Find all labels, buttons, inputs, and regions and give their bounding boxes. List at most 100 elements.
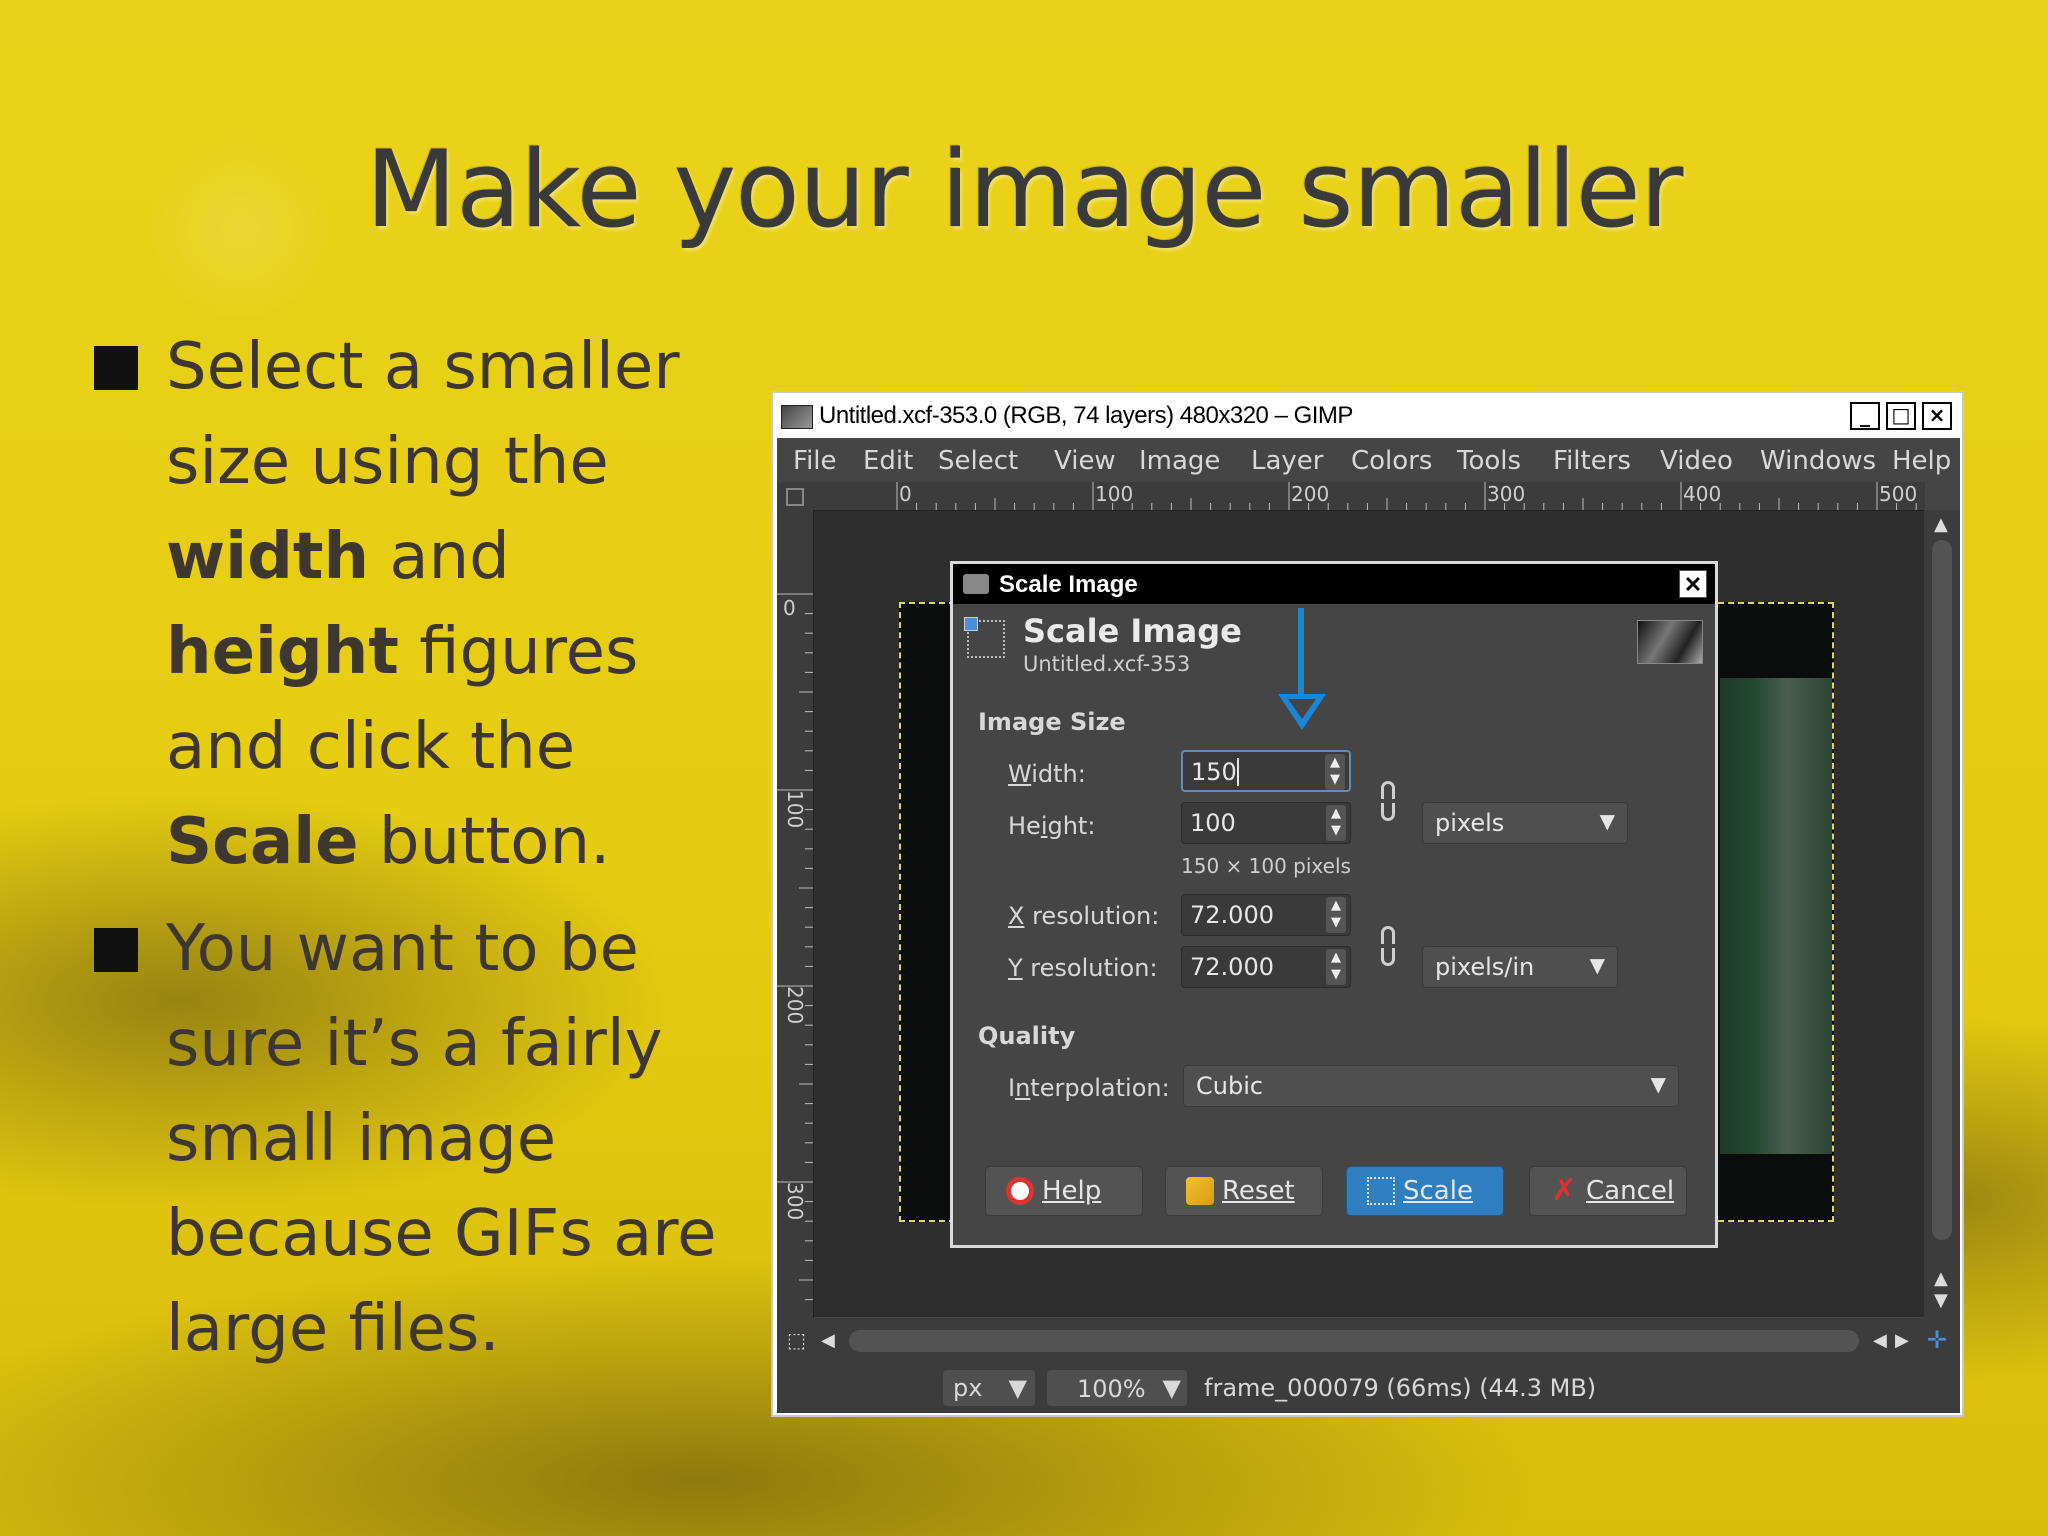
menu-view[interactable]: View xyxy=(1054,446,1116,476)
bullet-marker-icon xyxy=(94,928,138,972)
chevron-down-icon: ▼ xyxy=(1650,1072,1666,1096)
yres-input[interactable]: 72.000 ▲ ▼ xyxy=(1181,946,1351,988)
resolution-unit-select[interactable]: pixels/in ▼ xyxy=(1422,946,1618,988)
width-label: Width: xyxy=(1008,760,1086,788)
cancel-x-icon: ✗ xyxy=(1551,1173,1577,1208)
scroll-left-icon[interactable]: ◀ xyxy=(1873,1330,1887,1351)
scroll-left-icon[interactable]: ◀ xyxy=(821,1330,835,1351)
width-spin-arrows[interactable]: ▲ ▼ xyxy=(1325,754,1345,790)
gimp-app-icon xyxy=(781,405,813,429)
size-info: 150 × 100 pixels xyxy=(1181,854,1351,878)
chevron-down-icon: ▼ xyxy=(1162,1374,1181,1402)
cancel-button[interactable]: ✗ Cancel xyxy=(1529,1166,1687,1216)
maximize-button[interactable]: □ xyxy=(1886,402,1916,430)
ruler-h-label: 200 xyxy=(1291,482,1330,506)
navigate-icon[interactable]: ✛ xyxy=(1927,1326,1947,1354)
yres-label: Y resolution: xyxy=(1008,954,1158,982)
reset-icon xyxy=(1186,1177,1214,1205)
bullet-text: Select a smaller size using the width an… xyxy=(166,330,680,879)
gimp-logo-icon xyxy=(963,574,989,594)
horizontal-scroll-thumb[interactable] xyxy=(849,1330,1859,1352)
ruler-v-label: 100 xyxy=(783,790,807,829)
chain-link-icon[interactable] xyxy=(1381,781,1395,821)
scroll-down-icon[interactable]: ▼ xyxy=(1934,1290,1948,1311)
image-thumbnail xyxy=(1637,620,1703,664)
xres-spin-arrows[interactable]: ▲ ▼ xyxy=(1326,897,1346,933)
menu-tools[interactable]: Tools xyxy=(1457,446,1521,476)
scroll-up-icon[interactable]: ▲ xyxy=(1934,514,1948,535)
bullet-text: You want to be sure it’s a fairly small … xyxy=(166,912,717,1366)
status-bar: px ▼ 100% ▼ frame_000079 (66ms) (44.3 MB… xyxy=(777,1364,1960,1413)
menu-windows[interactable]: Windows xyxy=(1760,446,1876,476)
vertical-scrollbar[interactable]: ▲ ▲ ▼ xyxy=(1924,510,1960,1318)
dialog-close-button[interactable]: ✕ xyxy=(1679,570,1707,598)
annotation-arrow xyxy=(1298,608,1304,700)
close-button[interactable]: × xyxy=(1922,402,1952,430)
horizontal-scrollbar[interactable]: ⬚ ◀ ◀ ▶ ✛ xyxy=(777,1318,1960,1364)
height-label: Height: xyxy=(1008,812,1096,840)
chevron-down-icon: ▼ xyxy=(1599,809,1615,833)
menu-layer[interactable]: Layer xyxy=(1251,446,1324,476)
bullet-list: Select a smaller size using the width an… xyxy=(92,320,752,1389)
bullet-marker-icon xyxy=(94,346,138,390)
window-title: Untitled.xcf-353.0 (RGB, 74 layers) 480x… xyxy=(819,402,1353,429)
ruler-h-label: 0 xyxy=(899,482,912,506)
scroll-up-icon[interactable]: ▲ xyxy=(1934,1268,1948,1289)
chevron-down-icon: ▼ xyxy=(1008,1374,1027,1402)
chevron-down-icon: ▼ xyxy=(1589,953,1605,977)
menu-image[interactable]: Image xyxy=(1139,446,1220,476)
scale-icon xyxy=(1367,1177,1395,1205)
ruler-v-label: 0 xyxy=(783,596,796,620)
interpolation-select[interactable]: Cubic ▼ xyxy=(1183,1065,1679,1107)
text-cursor xyxy=(1237,758,1239,786)
scale-tool-icon xyxy=(964,617,1005,658)
ruler-h-label: 300 xyxy=(1487,482,1526,506)
ruler-h-label: 400 xyxy=(1683,482,1722,506)
dialog-titlebar[interactable]: Scale Image ✕ xyxy=(953,564,1715,604)
unit-select[interactable]: px ▼ xyxy=(943,1370,1035,1406)
menu-colors[interactable]: Colors xyxy=(1351,446,1432,476)
ruler-h-ticks xyxy=(896,482,1917,510)
annotation-arrow-head-icon xyxy=(1278,694,1326,730)
menubar: File Edit Select View Image Layer Colors… xyxy=(777,438,1960,482)
dialog-subheading: Untitled.xcf-353 xyxy=(1023,652,1191,676)
scale-image-dialog: Scale Image ✕ Scale Image Untitled.xcf-3… xyxy=(950,561,1718,1248)
menu-filters[interactable]: Filters xyxy=(1553,446,1631,476)
chain-link-icon[interactable] xyxy=(1381,926,1395,966)
slide-title: Make your image smaller xyxy=(365,128,1684,251)
size-unit-select[interactable]: pixels ▼ xyxy=(1422,802,1628,844)
image-content xyxy=(1720,678,1832,1154)
yres-spin-arrows[interactable]: ▲ ▼ xyxy=(1326,949,1346,985)
help-lifebuoy-icon xyxy=(1006,1177,1034,1205)
height-spin-arrows[interactable]: ▲ ▼ xyxy=(1326,805,1346,841)
menu-edit[interactable]: Edit xyxy=(863,446,913,476)
quick-mask-icon[interactable]: ⬚ xyxy=(787,1328,806,1352)
ruler-h-label: 100 xyxy=(1095,482,1134,506)
dialog-title: Scale Image xyxy=(999,571,1138,598)
interpolation-label: Interpolation: xyxy=(1008,1074,1170,1102)
width-input[interactable]: 150 ▲ ▼ xyxy=(1181,750,1351,792)
ruler-h-label: 500 xyxy=(1879,482,1918,506)
window-titlebar[interactable]: Untitled.xcf-353.0 (RGB, 74 layers) 480x… xyxy=(773,393,1962,438)
horizontal-ruler[interactable]: 0 100 200 300 400 500 xyxy=(813,482,1925,511)
height-input[interactable]: 100 ▲ ▼ xyxy=(1181,802,1351,844)
dialog-heading: Scale Image xyxy=(1023,612,1242,650)
minimize-button[interactable]: _ xyxy=(1850,402,1880,430)
menu-video[interactable]: Video xyxy=(1660,446,1733,476)
menu-select[interactable]: Select xyxy=(938,446,1018,476)
image-size-section: Image Size xyxy=(978,708,1126,736)
xres-input[interactable]: 72.000 ▲ ▼ xyxy=(1181,894,1351,936)
help-button[interactable]: Help xyxy=(985,1166,1143,1216)
ruler-corner-toggle[interactable] xyxy=(777,482,813,510)
menu-file[interactable]: File xyxy=(793,446,837,476)
scroll-right-icon[interactable]: ▶ xyxy=(1895,1330,1909,1351)
zoom-select[interactable]: 100% ▼ xyxy=(1047,1370,1187,1406)
vertical-ruler[interactable]: 0 100 200 300 xyxy=(777,510,814,1318)
reset-button[interactable]: Reset xyxy=(1165,1166,1323,1216)
status-message: frame_000079 (66ms) (44.3 MB) xyxy=(1204,1374,1597,1402)
menu-help[interactable]: Help xyxy=(1892,446,1951,476)
xres-label: X resolution: xyxy=(1008,902,1160,930)
ruler-v-label: 300 xyxy=(783,1182,807,1221)
vertical-scroll-thumb[interactable] xyxy=(1932,540,1952,1240)
scale-button[interactable]: Scale xyxy=(1346,1166,1504,1216)
